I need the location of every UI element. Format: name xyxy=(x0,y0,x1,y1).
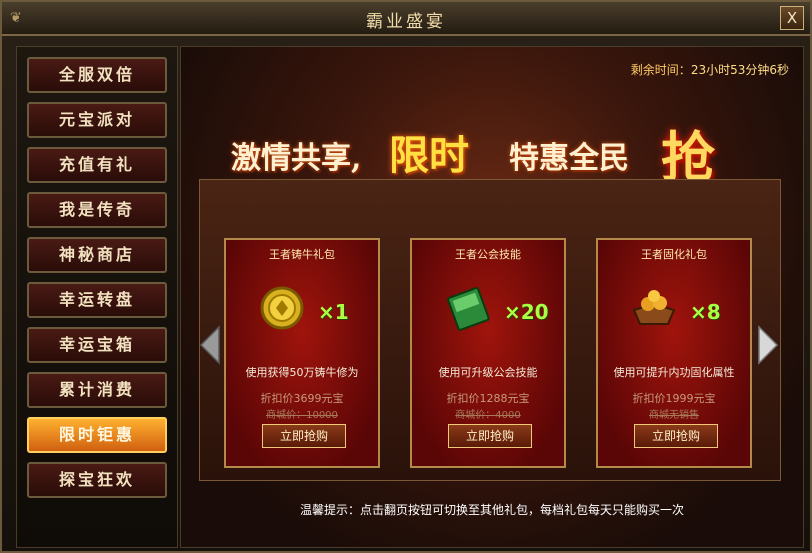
prev-page-arrow-icon[interactable] xyxy=(199,325,221,365)
gift-panel: 王者铸牛礼包 ×1 使用获得50万铸牛修为 折扣价3699元宝 商城价：1000… xyxy=(199,179,781,481)
next-page-arrow-icon[interactable] xyxy=(757,325,779,365)
sidebar: 全服双倍 元宝派对 充值有礼 我是传奇 神秘商店 幸运转盘 幸运宝箱 累计消费 … xyxy=(16,46,178,548)
sidebar-item-quanfu-shuangbei[interactable]: 全服双倍 xyxy=(27,57,167,93)
discount-price: 折扣价3699元宝 xyxy=(260,392,344,405)
sidebar-item-tanbao-kuanghuan[interactable]: 探宝狂欢 xyxy=(27,462,167,498)
close-button[interactable]: X xyxy=(780,6,804,30)
skill-book-icon xyxy=(447,287,490,331)
treasure-box-icon xyxy=(632,290,676,325)
window-title: 霸业盛宴 xyxy=(366,12,446,32)
sidebar-item-xianshi-juhui[interactable]: 限时钜惠 xyxy=(27,417,167,453)
buy-now-button[interactable]: 立即抢购 xyxy=(448,424,532,448)
item-description: 使用可提升内功固化属性 xyxy=(613,366,735,379)
item-quantity: ×1 xyxy=(318,300,349,324)
timer-value: 23小时53分钟6秒 xyxy=(690,63,789,77)
buy-now-button[interactable]: 立即抢购 xyxy=(634,424,718,448)
discount-price: 折扣价1999元宝 xyxy=(632,392,716,405)
sidebar-item-chongzhi-youli[interactable]: 充值有礼 xyxy=(27,147,167,183)
banner-text-3: 特惠全民 xyxy=(509,141,629,176)
gift-card: 王者公会技能 ×20 使用可升级公会技能 折扣价1288元宝 商城价：4000 … xyxy=(410,238,566,468)
sidebar-item-woshi-chuanqi[interactable]: 我是传奇 xyxy=(27,192,167,228)
card-title: 王者铸牛礼包 xyxy=(269,248,335,261)
timer-label: 剩余时间： xyxy=(630,63,691,77)
title-bar: ❦ 霸业盛宴 X xyxy=(2,2,810,36)
sidebar-item-xingyun-baoxiang[interactable]: 幸运宝箱 xyxy=(27,327,167,363)
gift-card: 王者固化礼包 ×8 使用可提升内功固化属性 折扣价1999元宝 商城无销售 立即… xyxy=(596,238,752,468)
buy-now-button[interactable]: 立即抢购 xyxy=(262,424,346,448)
card-title: 王者公会技能 xyxy=(455,248,521,261)
sidebar-item-shenmi-shangdian[interactable]: 神秘商店 xyxy=(27,237,167,273)
banner-text-2: 限时 xyxy=(389,132,469,179)
event-window: ❦ 霸业盛宴 X 全服双倍 元宝派对 充值有礼 我是传奇 神秘商店 幸运转盘 幸… xyxy=(0,0,812,553)
store-price: 商城价：4000 xyxy=(455,410,521,421)
sidebar-item-leiji-xiaofei[interactable]: 累计消费 xyxy=(27,372,167,408)
banner-text-1: 激情共享, xyxy=(231,141,362,176)
item-description: 使用可升级公会技能 xyxy=(438,366,538,379)
sidebar-item-xingyun-zhuanpan[interactable]: 幸运转盘 xyxy=(27,282,167,318)
store-price: 商城无销售 xyxy=(649,410,699,421)
item-quantity: ×8 xyxy=(690,300,721,324)
item-quantity: ×20 xyxy=(504,300,549,324)
gift-card: 王者铸牛礼包 ×1 使用获得50万铸牛修为 折扣价3699元宝 商城价：1000… xyxy=(224,238,380,468)
card-title: 王者固化礼包 xyxy=(641,248,707,261)
discount-price: 折扣价1288元宝 xyxy=(446,392,530,405)
promo-banner: 激情共享, 限时 特惠全民 抢 xyxy=(221,117,761,189)
sidebar-item-yuanbao-paidui[interactable]: 元宝派对 xyxy=(27,102,167,138)
countdown-timer: 剩余时间：23小时53分钟6秒 xyxy=(631,61,789,78)
item-description: 使用获得50万铸牛修为 xyxy=(245,366,359,379)
tip-text: 温馨提示：点击翻页按钮可切换至其他礼包，每档礼包每天只能购买一次 xyxy=(299,503,684,517)
main-content: 剩余时间：23小时53分钟6秒 激情共享, 限时 特惠全民 抢 王者铸牛礼包 ×… xyxy=(180,46,804,548)
gold-coin-icon xyxy=(260,286,304,330)
store-price: 商城价：10000 xyxy=(266,410,338,421)
